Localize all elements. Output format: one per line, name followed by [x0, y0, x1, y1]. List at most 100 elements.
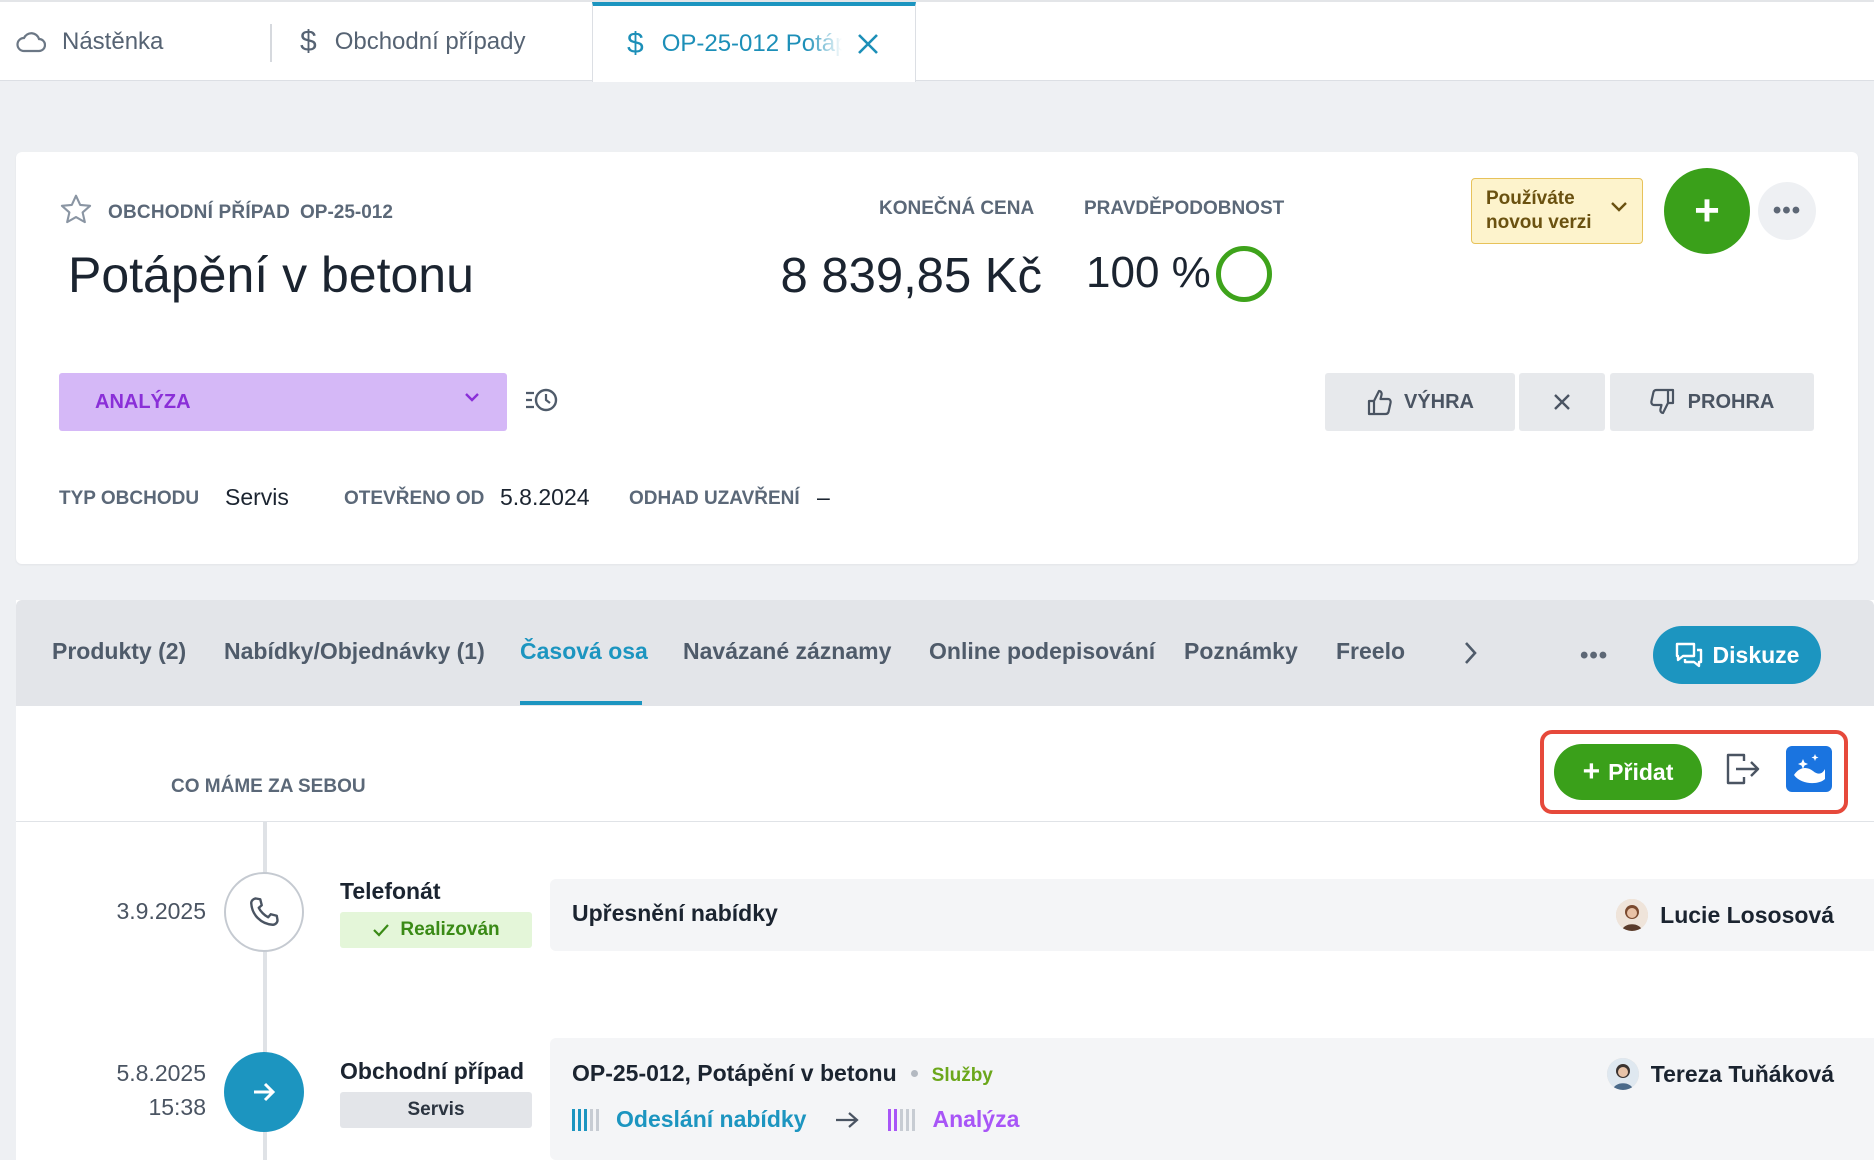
dollar-icon: $: [627, 27, 644, 60]
tab-online-signing[interactable]: Online podepisování: [929, 638, 1155, 665]
active-tab-underline: [520, 701, 642, 705]
plus-icon: +: [1694, 186, 1720, 235]
deal-title: Potápění v betonu: [68, 247, 474, 303]
past-section-label: CO MÁME ZA SEBOU: [171, 776, 366, 797]
status-label: Realizován: [400, 919, 500, 940]
price-label: KONEČNÁ CENA: [879, 198, 1035, 219]
stage-change: Odeslání nabídky Analýza: [572, 1106, 1019, 1133]
stage-history-icon[interactable]: [524, 386, 560, 416]
close-icon: [1554, 394, 1570, 410]
ai-assistant-icon[interactable]: [1786, 746, 1832, 792]
from-stage: Odeslání nabídky: [616, 1106, 807, 1132]
plus-icon: +: [1582, 755, 1601, 788]
item-type: Telefonát: [340, 878, 441, 904]
discussion-label: Diskuze: [1712, 641, 1800, 668]
timeline-item-card[interactable]: Upřesnění nabídky Lucie Lososová: [550, 879, 1874, 951]
discussion-button[interactable]: Diskuze: [1653, 626, 1821, 684]
tab-linked-records[interactable]: Navázané záznamy: [683, 638, 891, 665]
record-code: OP-25-012: [300, 202, 393, 223]
version-label-line2: novou verzi: [1486, 212, 1592, 233]
arrow-right-icon: [836, 1111, 860, 1128]
close-estimate-value: –: [817, 484, 830, 510]
more-icon: •••: [1772, 197, 1802, 224]
badge-label: Servis: [407, 1099, 465, 1120]
top-tab-bar: Nástěnka $ Obchodní případy $ OP-25-012 …: [0, 0, 1874, 82]
deal-type-value: Servis: [225, 484, 289, 510]
user-name: Tereza Tuňáková: [1650, 1060, 1834, 1087]
avatar: [1606, 1058, 1639, 1090]
star-icon[interactable]: [58, 192, 94, 228]
item-date: 5.8.2025: [116, 1060, 206, 1086]
item-date: 3.9.2025: [116, 898, 206, 924]
chevron-down-icon: [1611, 202, 1627, 212]
loss-button[interactable]: PROHRA: [1610, 373, 1814, 431]
tab-current-deal[interactable]: $ OP-25-012 Potápění v betonu: [592, 2, 916, 82]
phone-icon: [224, 872, 304, 952]
tab-products[interactable]: Produkty (2): [52, 638, 186, 665]
deal-header-card: OBCHODNÍ PŘÍPAD OP-25-012 Potápění v bet…: [16, 152, 1858, 564]
to-stage: Analýza: [932, 1106, 1020, 1132]
section-divider: [16, 821, 1874, 822]
chevron-down-icon: [465, 393, 479, 402]
item-type: Obchodní případ: [340, 1058, 524, 1084]
user-name: Lucie Lososová: [1660, 901, 1834, 928]
deal-detail-panel: Produkty (2) Nabídky/Objednávky (1) Časo…: [16, 600, 1874, 1160]
probability-label: PRAVDĚPODOBNOST: [1084, 198, 1285, 219]
dollar-icon: $: [300, 25, 317, 58]
loss-label: PROHRA: [1687, 390, 1775, 413]
timeline-item-card[interactable]: OP-25-012, Potápění v betonu Služby Odesl…: [550, 1038, 1874, 1160]
status-badge: Realizován: [340, 912, 532, 948]
stage-bars-icon: [572, 1108, 602, 1131]
cancel-outcome-button[interactable]: [1519, 373, 1605, 431]
item-user[interactable]: Tereza Tuňáková: [1606, 1058, 1834, 1090]
version-dropdown[interactable]: Používáte novou verzi: [1471, 178, 1643, 244]
opened-value: 5.8.2024: [500, 484, 590, 510]
separator-dot: [910, 1070, 918, 1077]
thumbs-down-icon: [1649, 388, 1674, 415]
more-tabs-button[interactable]: •••: [1580, 642, 1608, 670]
add-label: Přidat: [1608, 758, 1674, 785]
chevron-right-icon[interactable]: [1462, 640, 1480, 666]
more-icon: •••: [1580, 642, 1609, 669]
close-icon[interactable]: [856, 32, 880, 56]
more-options-button[interactable]: •••: [1758, 182, 1816, 240]
item-text: OP-25-012, Potápění v betonu: [572, 1060, 897, 1086]
tab-label: Obchodní případy: [334, 28, 526, 55]
tab-offers-orders[interactable]: Nabídky/Objednávky (1): [224, 638, 485, 665]
tab-notes[interactable]: Poznámky: [1184, 638, 1298, 665]
close-estimate-label: ODHAD UZAVŘENÍ: [629, 488, 800, 509]
win-label: VÝHRA: [1403, 390, 1474, 413]
probability-value: 100 %: [1086, 248, 1211, 297]
tab-dashboard[interactable]: Nástěnka: [16, 2, 163, 82]
cloud-icon: [16, 32, 46, 53]
tab-freelo[interactable]: Freelo: [1336, 638, 1405, 665]
stage-bars-icon: [888, 1108, 918, 1131]
record-kind: OBCHODNÍ PŘÍPAD: [108, 202, 291, 223]
tab-timeline[interactable]: Časová osa: [520, 638, 648, 665]
thumbs-up-icon: [1367, 389, 1392, 416]
tab-deals[interactable]: $ Obchodní případy: [300, 2, 525, 82]
opened-label: OTEVŘENO OD: [344, 488, 485, 509]
tab-label: Nástěnka: [62, 28, 164, 55]
check-icon: [373, 924, 390, 937]
item-text-row: OP-25-012, Potápění v betonu Služby: [572, 1060, 993, 1087]
tab-label: OP-25-012 Potápění v betonu: [661, 30, 842, 57]
arrow-right-icon: [224, 1052, 304, 1132]
stage-label: ANALÝZA: [95, 390, 191, 413]
stage-dropdown[interactable]: ANALÝZA: [59, 373, 507, 431]
price-value: 8 839,85 Kč: [780, 249, 1042, 303]
add-activity-button[interactable]: + Přidat: [1554, 744, 1702, 800]
export-icon[interactable]: [1724, 752, 1762, 786]
item-tag: Služby: [931, 1065, 993, 1086]
item-time: 15:38: [148, 1094, 206, 1120]
deal-type-badge: Servis: [340, 1092, 532, 1128]
version-label-line1: Používáte: [1486, 188, 1575, 209]
detail-tabs: Produkty (2) Nabídky/Objednávky (1) Časo…: [16, 600, 1874, 706]
item-text: Upřesnění nabídky: [572, 900, 778, 926]
deal-type-label: TYP OBCHODU: [59, 488, 200, 509]
tab-divider: [270, 24, 272, 62]
chat-icon: [1675, 642, 1702, 668]
add-new-button[interactable]: +: [1664, 168, 1750, 254]
win-button[interactable]: VÝHRA: [1325, 373, 1515, 431]
item-user[interactable]: Lucie Lososová: [1616, 899, 1834, 931]
